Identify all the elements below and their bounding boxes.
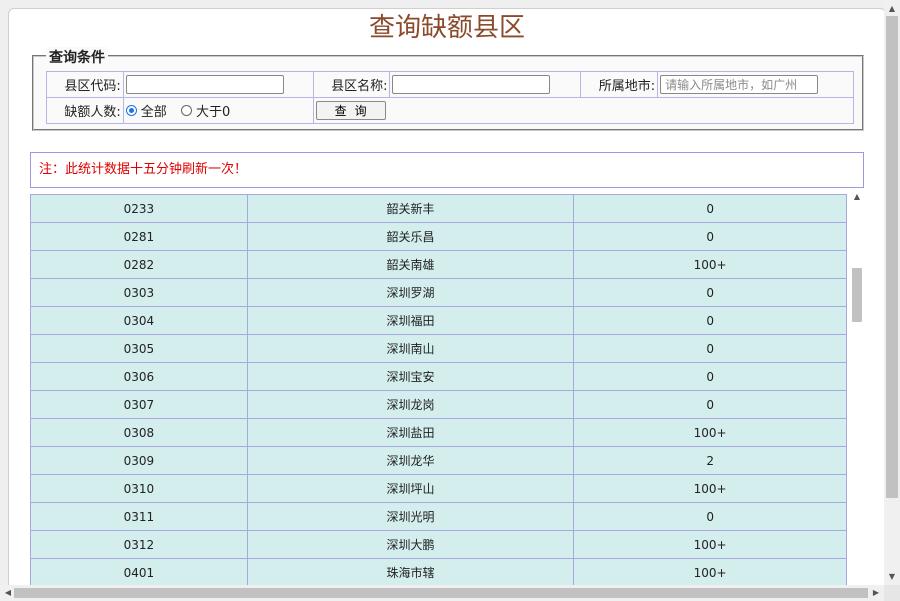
county-name-cell: 深圳福田 [246, 306, 575, 335]
table-row: 0281 韶关乐昌 0 [30, 222, 847, 251]
results-scroll-up-icon[interactable]: ▲ [849, 190, 865, 204]
table-row: 0308 深圳盐田 100+ [30, 418, 847, 447]
county-name-cell: 珠海市辖 [246, 558, 575, 587]
county-name-cell: 深圳罗湖 [246, 278, 575, 307]
county-code-cell: 0233 [30, 194, 248, 223]
county-name-input[interactable] [392, 75, 551, 94]
county-code-cell: 0312 [30, 530, 248, 559]
county-code-cell: 0281 [30, 222, 248, 251]
vacancy-count-cell: 100+ [573, 474, 847, 503]
vacancy-count-cell: 0 [573, 306, 847, 335]
table-row: 0303 深圳罗湖 0 [30, 278, 847, 307]
page-vertical-scrollbar[interactable]: ▲ ▼ [884, 0, 900, 585]
table-row: 0401 珠海市辖 100+ [30, 558, 847, 587]
table-row: 0282 韶关南雄 100+ [30, 250, 847, 279]
vacancy-count-cell: 0 [573, 278, 847, 307]
vacancy-count-cell: 100+ [573, 250, 847, 279]
radio-all-indicator[interactable] [125, 105, 137, 116]
vacancy-count-cell: 0 [573, 390, 847, 419]
vacancy-count-cell: 0 [573, 502, 847, 531]
county-name-cell: 韶关南雄 [246, 250, 575, 279]
vacancy-count-cell: 100+ [573, 530, 847, 559]
vacancy-count-cell: 100+ [573, 558, 847, 587]
table-row: 0304 深圳福田 0 [30, 306, 847, 335]
page-vertical-scroll-thumb[interactable] [886, 16, 898, 498]
table-row: 0305 深圳南山 0 [30, 334, 847, 363]
radio-greater-than-zero-label: 大于0 [195, 105, 231, 120]
county-name-cell: 深圳光明 [246, 502, 575, 531]
results-table: 0233 韶关新丰 0 0281 韶关乐昌 0 0282 韶关南雄 100+ 0303 深圳罗湖 0 0… [30, 194, 847, 587]
query-conditions-panel: 查询条件 县区代码: 县区名称: 所属地市: 缺额人数: [32, 47, 864, 131]
county-code-cell: 0310 [30, 474, 248, 503]
results-grid-viewport: 0233 韶关新丰 0 0281 韶关乐昌 0 0282 韶关南雄 100+ 0303 深圳罗湖 0 0… [30, 190, 847, 589]
county-name-cell: 深圳坪山 [246, 474, 575, 503]
table-row: 0306 深圳宝安 0 [30, 362, 847, 391]
county-code-input[interactable] [125, 75, 284, 94]
results-scroll-thumb[interactable] [852, 268, 862, 322]
city-input[interactable] [660, 75, 819, 94]
table-row: 0307 深圳龙岗 0 [30, 390, 847, 419]
county-name-cell: 深圳龙岗 [246, 390, 575, 419]
page-title: 查询缺额县区 [368, 13, 525, 43]
county-name-cell: 深圳南山 [246, 334, 575, 363]
page: 查询缺额县区 查询条件 县区代码: 县区名称: 所属地市: 缺额人数: [8, 8, 886, 590]
county-name-label: 县区名称: [312, 71, 391, 98]
radio-all-label: 全部 [140, 105, 167, 120]
query-button[interactable]: 查询 [315, 101, 386, 120]
city-label: 所属地市: [580, 71, 659, 98]
query-conditions-legend: 查询条件 [46, 47, 108, 67]
county-name-cell: 韶关乐昌 [246, 222, 575, 251]
county-code-cell: 0303 [30, 278, 248, 307]
county-code-cell: 0307 [30, 390, 248, 419]
county-code-cell: 0282 [30, 250, 248, 279]
vacancy-count-cell: 0 [573, 334, 847, 363]
scrollbar-corner [884, 585, 900, 601]
refresh-notice: 注：此统计数据十五分钟刷新一次！ [30, 152, 864, 188]
county-name-cell: 深圳龙华 [246, 446, 575, 475]
radio-greater-than-zero[interactable]: 大于0 [180, 101, 231, 120]
page-scroll-right-icon[interactable]: ▶ [868, 586, 884, 600]
county-name-cell: 深圳大鹏 [246, 530, 575, 559]
vacancy-count-cell: 0 [573, 222, 847, 251]
table-row: 0310 深圳坪山 100+ [30, 474, 847, 503]
county-code-cell: 0401 [30, 558, 248, 587]
radio-greater-than-zero-indicator[interactable] [180, 105, 192, 116]
vacancy-label: 缺额人数: [46, 97, 124, 124]
page-scroll-up-icon[interactable]: ▲ [884, 2, 900, 16]
county-code-cell: 0308 [30, 418, 248, 447]
vacancy-count-cell: 0 [573, 362, 847, 391]
vacancy-count-cell: 0 [573, 194, 847, 223]
vacancy-count-cell: 2 [573, 446, 847, 475]
radio-all[interactable]: 全部 [125, 101, 167, 120]
county-code-cell: 0305 [30, 334, 248, 363]
table-row: 0233 韶关新丰 0 [30, 194, 847, 223]
page-horizontal-scroll-thumb[interactable] [14, 588, 868, 598]
county-name-cell: 深圳宝安 [246, 362, 575, 391]
county-name-cell: 韶关新丰 [246, 194, 575, 223]
county-code-label: 县区代码: [46, 71, 124, 98]
table-row: 0311 深圳光明 0 [30, 502, 847, 531]
county-code-cell: 0309 [30, 446, 248, 475]
table-row: 0312 深圳大鹏 100+ [30, 530, 847, 559]
county-code-cell: 0304 [30, 306, 248, 335]
query-form: 县区代码: 县区名称: 所属地市: 缺额人数: 全部 [46, 71, 855, 124]
county-code-cell: 0306 [30, 362, 248, 391]
page-scroll-down-icon[interactable]: ▼ [884, 570, 900, 584]
vacancy-count-cell: 100+ [573, 418, 847, 447]
table-row: 0309 深圳龙华 2 [30, 446, 847, 475]
page-horizontal-scrollbar[interactable]: ◀ ▶ [0, 585, 884, 601]
results-scrollbar[interactable]: ▲ [849, 190, 865, 589]
county-code-cell: 0311 [30, 502, 248, 531]
county-name-cell: 深圳盐田 [246, 418, 575, 447]
